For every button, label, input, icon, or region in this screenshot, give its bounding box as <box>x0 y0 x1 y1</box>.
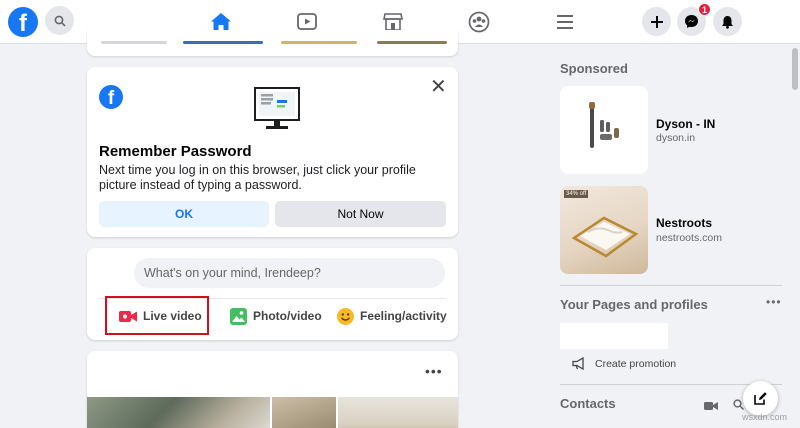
scrollbar-thumb[interactable] <box>792 48 798 90</box>
avatar[interactable] <box>97 256 133 288</box>
search-button[interactable] <box>45 6 74 35</box>
hair-tool-illustration-icon <box>589 102 619 148</box>
live-video-label: Live video <box>143 309 202 323</box>
scrollbar-track[interactable] <box>790 45 800 428</box>
watch-icon <box>297 13 317 30</box>
photo-video-icon <box>230 307 247 325</box>
post-more-options[interactable]: ••• <box>425 363 443 379</box>
facebook-logo: f <box>99 85 123 109</box>
megaphone-icon <box>572 357 584 370</box>
pages-profiles-heading: Your Pages and profiles <box>560 297 708 312</box>
notifications-button[interactable] <box>713 7 742 36</box>
compose-icon <box>754 392 767 405</box>
not-now-button[interactable]: Not Now <box>275 201 446 227</box>
new-message-button[interactable] <box>743 381 778 416</box>
contacts-heading: Contacts <box>560 396 616 411</box>
messenger-badge: 1 <box>698 3 711 16</box>
story-chip[interactable] <box>281 41 357 44</box>
feeling-activity-button[interactable]: Feeling/activity <box>337 296 447 336</box>
create-button[interactable] <box>642 7 671 36</box>
post-photo[interactable] <box>87 397 270 428</box>
create-promotion-button[interactable]: Create promotion <box>572 357 676 370</box>
feeling-activity-label: Feeling/activity <box>360 309 447 323</box>
plus-icon <box>650 15 663 28</box>
live-video-icon <box>119 310 137 322</box>
stories-strip <box>87 30 458 56</box>
post-photo[interactable] <box>338 397 458 428</box>
sponsored-heading: Sponsored <box>560 61 628 76</box>
ad-image-nestroots[interactable]: 34% off <box>560 186 648 274</box>
watermark: wsxdn.com <box>742 412 788 422</box>
remember-password-title: Remember Password <box>99 143 252 160</box>
remember-password-card: f ✕ Remember Password Next time you log … <box>87 67 458 237</box>
photo-video-button[interactable]: Photo/video <box>230 296 322 336</box>
post-composer: What's on your mind, Irendeep? Live vide… <box>87 248 458 340</box>
messenger-icon <box>685 15 698 28</box>
create-promotion-label: Create promotion <box>595 357 677 370</box>
menu-icon <box>557 15 573 29</box>
groups-icon <box>468 11 490 33</box>
computer-illustration-icon <box>254 87 300 129</box>
bell-icon <box>722 15 733 29</box>
page-profile-item[interactable] <box>560 323 668 349</box>
ad-domain-dyson: dyson.in <box>656 132 696 144</box>
ok-button[interactable]: OK <box>99 201 269 227</box>
feed-post: ••• <box>87 351 458 428</box>
ad-domain-nestroots: nestroots.com <box>656 232 722 244</box>
story-chip[interactable] <box>101 41 167 44</box>
ad-name-dyson[interactable]: Dyson - IN <box>656 117 715 131</box>
home-icon <box>211 13 231 31</box>
facebook-logo[interactable]: f <box>8 7 38 37</box>
ad-image-dyson[interactable] <box>560 86 648 174</box>
messenger-button[interactable]: 1 <box>677 3 711 36</box>
marketplace-icon <box>383 13 403 31</box>
gold-tray-illustration-icon <box>571 216 639 258</box>
tab-menu[interactable] <box>522 0 608 44</box>
story-chip[interactable] <box>183 41 263 44</box>
whats-on-your-mind-input[interactable]: What's on your mind, Irendeep? <box>134 258 445 288</box>
close-icon[interactable]: ✕ <box>430 77 447 97</box>
video-camera-icon <box>704 402 718 410</box>
divider <box>560 285 782 286</box>
video-call-button[interactable] <box>704 398 718 416</box>
story-chip[interactable] <box>377 41 447 44</box>
post-photo[interactable] <box>272 397 336 428</box>
ad-discount-tag: 34% off <box>564 190 589 198</box>
live-video-button[interactable]: Live video <box>119 296 202 336</box>
search-icon <box>54 15 66 27</box>
pages-more-options[interactable]: ••• <box>766 295 782 309</box>
ad-name-nestroots[interactable]: Nestroots <box>656 216 712 230</box>
remember-password-text: Next time you log in on this browser, ju… <box>99 163 416 192</box>
feeling-icon <box>337 307 354 325</box>
photo-video-label: Photo/video <box>253 309 322 323</box>
